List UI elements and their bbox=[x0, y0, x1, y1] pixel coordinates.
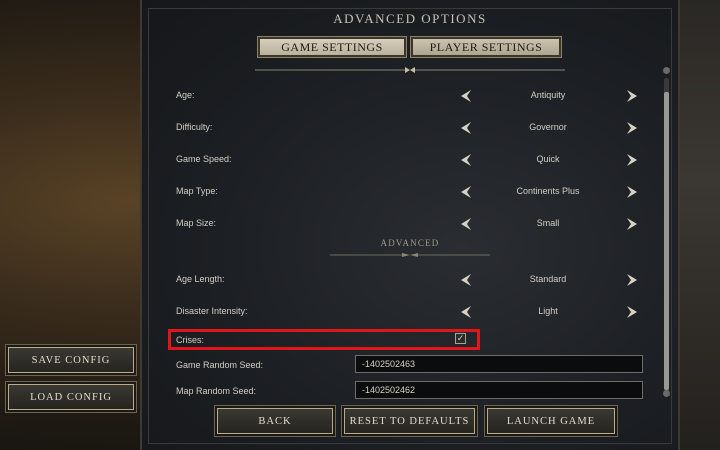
setting-label: Age: bbox=[176, 90, 195, 100]
tab-player-settings[interactable]: PLAYER SETTINGS bbox=[410, 36, 562, 58]
arrow-right-icon[interactable] bbox=[624, 88, 640, 104]
setting-value: Governor bbox=[529, 122, 567, 132]
setting-value: Standard bbox=[529, 274, 567, 284]
launch-game-button[interactable]: LAUNCH GAME bbox=[487, 408, 615, 434]
setting-row-map-size: Map Size: Small bbox=[176, 215, 646, 235]
arrow-left-icon[interactable] bbox=[458, 184, 474, 200]
arrow-left-icon[interactable] bbox=[458, 120, 474, 136]
arrow-right-icon[interactable] bbox=[624, 120, 640, 136]
arrow-right-icon[interactable] bbox=[624, 304, 640, 320]
page-title: ADVANCED OPTIONS bbox=[333, 11, 487, 26]
back-button[interactable]: BACK bbox=[217, 408, 333, 434]
setting-label: Map Type: bbox=[176, 186, 218, 196]
setting-row-age: Age: Antiquity bbox=[176, 87, 646, 107]
map-seed-label: Map Random Seed: bbox=[176, 386, 257, 396]
setting-value: Antiquity bbox=[530, 90, 566, 100]
scrollbar-thumb[interactable] bbox=[664, 92, 669, 390]
game-seed-label: Game Random Seed: bbox=[176, 360, 264, 370]
check-icon: ✓ bbox=[456, 333, 465, 343]
map-seed-input[interactable] bbox=[355, 381, 643, 399]
setting-row-game-speed: Game Speed: Quick bbox=[176, 151, 646, 171]
arrow-left-icon[interactable] bbox=[458, 272, 474, 288]
crises-label: Crises: bbox=[176, 335, 205, 345]
setting-value: Small bbox=[536, 218, 560, 228]
setting-label: Disaster Intensity: bbox=[176, 306, 248, 316]
setting-value: Continents Plus bbox=[516, 186, 580, 196]
setting-row-age-length: Age Length: Standard bbox=[176, 271, 646, 291]
arrow-right-icon[interactable] bbox=[624, 152, 640, 168]
arrow-left-icon[interactable] bbox=[458, 152, 474, 168]
scroll-up-icon[interactable] bbox=[663, 67, 670, 74]
scroll-down-icon[interactable] bbox=[663, 390, 670, 397]
section-divider bbox=[330, 253, 490, 257]
advanced-section-heading: ADVANCED bbox=[380, 238, 440, 248]
arrow-right-icon[interactable] bbox=[624, 184, 640, 200]
background-scenery bbox=[680, 0, 720, 450]
arrow-left-icon[interactable] bbox=[458, 216, 474, 232]
save-config-button[interactable]: SAVE CONFIG bbox=[8, 347, 134, 373]
setting-row-disaster-intensity: Disaster Intensity: Light bbox=[176, 303, 646, 323]
setting-label: Map Size: bbox=[176, 218, 217, 228]
crises-checkbox[interactable]: ✓ bbox=[455, 333, 466, 344]
setting-label: Game Speed: bbox=[176, 154, 232, 164]
game-seed-input[interactable] bbox=[355, 355, 643, 373]
reset-to-defaults-button[interactable]: RESET TO DEFAULTS bbox=[344, 408, 475, 434]
tab-game-settings[interactable]: GAME SETTINGS bbox=[257, 36, 407, 58]
load-config-button[interactable]: LOAD CONFIG bbox=[8, 384, 134, 410]
arrow-left-icon[interactable] bbox=[458, 88, 474, 104]
tab-divider bbox=[255, 67, 565, 73]
setting-value: Quick bbox=[536, 154, 560, 164]
arrow-right-icon[interactable] bbox=[624, 272, 640, 288]
setting-label: Age Length: bbox=[176, 274, 225, 284]
setting-label: Difficulty: bbox=[176, 122, 213, 132]
setting-row-difficulty: Difficulty: Governor bbox=[176, 119, 646, 139]
arrow-left-icon[interactable] bbox=[458, 304, 474, 320]
setting-value: Light bbox=[538, 306, 558, 316]
setting-row-map-type: Map Type: Continents Plus bbox=[176, 183, 646, 203]
arrow-right-icon[interactable] bbox=[624, 216, 640, 232]
